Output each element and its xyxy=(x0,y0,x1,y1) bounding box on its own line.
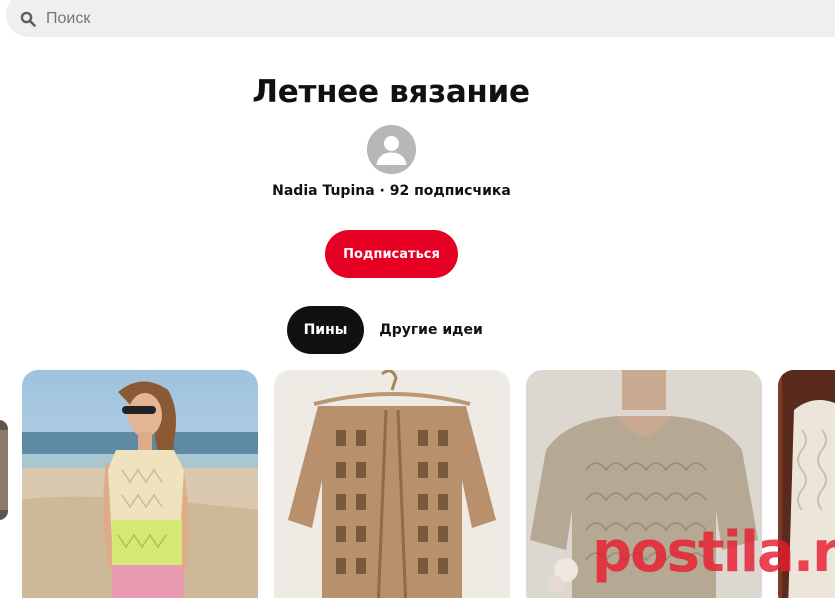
follower-count: 92 подписчика xyxy=(389,183,511,199)
pin-card[interactable] xyxy=(526,370,762,598)
photo-white-knit-sweater-icon xyxy=(778,370,835,598)
pin-card-partial[interactable] xyxy=(778,370,835,598)
tab-pins[interactable]: Пины xyxy=(287,306,364,354)
pin-card[interactable] xyxy=(274,370,510,598)
owner-name-link[interactable]: Nadia Tupina xyxy=(272,183,375,199)
pin-card-partial[interactable] xyxy=(0,420,8,520)
follow-button[interactable]: Подписаться xyxy=(325,230,458,278)
search-input[interactable] xyxy=(46,9,346,28)
photo-knit-sweater-mannequin-icon xyxy=(526,370,762,598)
board-title: Летнее вязание xyxy=(252,74,530,110)
search-icon xyxy=(20,10,38,28)
default-avatar-icon xyxy=(367,125,416,174)
tab-other-ideas[interactable]: Другие идеи xyxy=(370,306,492,354)
pin-card[interactable] xyxy=(22,370,258,598)
search-bar[interactable] xyxy=(6,0,835,37)
photo-woman-beach-knit-top-icon xyxy=(22,370,258,598)
owner-separator: · xyxy=(374,183,390,199)
board-owner-line: Nadia Tupina · 92 подписчика xyxy=(0,183,783,199)
photo-knit-cardigan-hanger-icon xyxy=(274,370,510,598)
avatar[interactable] xyxy=(367,125,416,174)
